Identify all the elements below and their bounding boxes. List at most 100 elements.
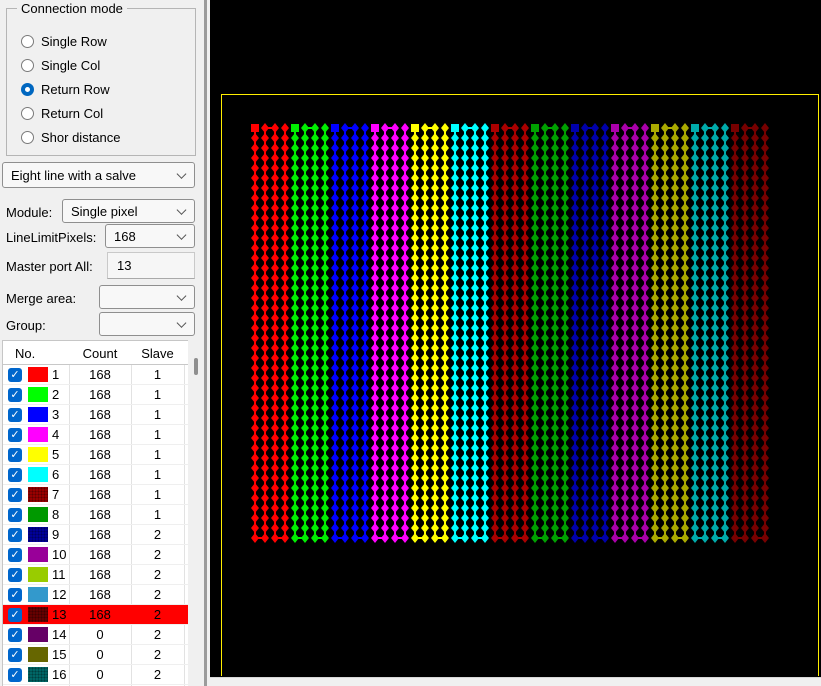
chevron-down-icon	[177, 169, 187, 179]
row-checkbox[interactable]: ✓	[8, 368, 22, 382]
table-row[interactable]: ✓131682	[3, 605, 188, 625]
radio-label: Single Row	[41, 34, 107, 49]
port-11-pixels	[651, 123, 689, 543]
radio-single-row[interactable]: Single Row	[7, 29, 195, 53]
cell-count: 0	[69, 665, 131, 685]
row-checkbox[interactable]: ✓	[8, 388, 22, 402]
row-checkbox[interactable]: ✓	[8, 548, 22, 562]
cell-slave: 1	[131, 425, 184, 445]
radio-label: Single Col	[41, 58, 100, 73]
row-checkbox[interactable]: ✓	[8, 628, 22, 642]
port-3-pixels	[331, 123, 369, 543]
color-swatch	[28, 547, 48, 562]
connection-mode-group: Connection mode Single RowSingle ColRetu…	[6, 8, 196, 156]
table-row[interactable]: ✓121682	[3, 585, 188, 605]
cell-slave: 2	[131, 565, 184, 585]
row-checkbox[interactable]: ✓	[8, 668, 22, 682]
row-checkbox[interactable]: ✓	[8, 488, 22, 502]
master-port-all-input[interactable]: 13	[107, 252, 195, 279]
table-scrollbar-track[interactable]	[189, 342, 203, 686]
wiring-preset-select[interactable]: Eight line with a salve	[2, 162, 195, 188]
table-row[interactable]: ✓41681	[3, 425, 188, 445]
row-checkbox[interactable]: ✓	[8, 528, 22, 542]
row-checkbox[interactable]: ✓	[8, 568, 22, 582]
radio-selected-icon[interactable]	[21, 83, 34, 96]
pixel-map-svg[interactable]	[210, 0, 821, 686]
row-checkbox[interactable]: ✓	[8, 648, 22, 662]
chevron-down-icon	[177, 318, 187, 328]
cell-no: 10	[52, 545, 66, 565]
row-checkbox[interactable]: ✓	[8, 588, 22, 602]
cell-count: 168	[69, 385, 131, 405]
color-swatch	[28, 667, 48, 682]
canvas-scrollbar-track[interactable]	[210, 677, 821, 686]
table-row[interactable]: ✓11681	[3, 365, 188, 385]
merge-area-label: Merge area:	[6, 291, 76, 306]
pixel-map-canvas[interactable]	[210, 0, 821, 686]
port-7-wire	[495, 128, 525, 538]
radio-label: Return Row	[41, 82, 110, 97]
table-row[interactable]: ✓111682	[3, 565, 188, 585]
radio-unselected-icon[interactable]	[21, 35, 34, 48]
group-select[interactable]	[99, 312, 195, 336]
radio-unselected-icon[interactable]	[21, 107, 34, 120]
cell-slave: 2	[131, 605, 184, 625]
table-row[interactable]: ✓1502	[3, 645, 188, 665]
port-3-wire	[335, 128, 365, 538]
cell-count: 168	[69, 505, 131, 525]
port-6-pixels	[451, 123, 489, 543]
color-swatch	[28, 627, 48, 642]
module-select[interactable]: Single pixel	[62, 199, 195, 223]
master-port-all-label: Master port All:	[6, 259, 93, 274]
table-row[interactable]: ✓61681	[3, 465, 188, 485]
radio-single-col[interactable]: Single Col	[7, 53, 195, 77]
port-table: No. Count Slave ✓11681✓21681✓31681✓41681…	[2, 340, 188, 686]
table-row[interactable]: ✓101682	[3, 545, 188, 565]
port-8-pixels	[531, 123, 569, 543]
color-swatch	[28, 507, 48, 522]
row-checkbox[interactable]: ✓	[8, 448, 22, 462]
row-checkbox[interactable]: ✓	[8, 508, 22, 522]
radio-unselected-icon[interactable]	[21, 59, 34, 72]
merge-area-select[interactable]	[99, 285, 195, 309]
chevron-down-icon	[177, 230, 187, 240]
port-9-wire	[575, 128, 605, 538]
cell-no: 2	[52, 385, 59, 405]
radio-return-col[interactable]: Return Col	[7, 101, 195, 125]
table-row[interactable]: ✓1602	[3, 665, 188, 685]
table-row[interactable]: ✓21681	[3, 385, 188, 405]
cell-count: 168	[69, 465, 131, 485]
cell-slave: 1	[131, 505, 184, 525]
radio-return-row[interactable]: Return Row	[7, 77, 195, 101]
row-checkbox[interactable]: ✓	[8, 408, 22, 422]
table-row[interactable]: ✓1402	[3, 625, 188, 645]
line-limit-pixels-select[interactable]: 168	[105, 224, 195, 248]
table-row[interactable]: ✓31681	[3, 405, 188, 425]
port-12-pixels	[691, 123, 729, 543]
port-13-wire	[735, 128, 765, 538]
row-checkbox[interactable]: ✓	[8, 608, 22, 622]
radio-shor-distance[interactable]: Shor distance	[7, 125, 195, 149]
radio-label: Shor distance	[41, 130, 121, 145]
header-slave: Slave	[131, 341, 184, 365]
port-10-wire	[615, 128, 645, 538]
cell-count: 168	[69, 605, 131, 625]
port-10-pixels	[611, 123, 649, 543]
module-label: Module:	[6, 205, 52, 220]
cell-count: 168	[69, 585, 131, 605]
color-swatch	[28, 387, 48, 402]
table-row[interactable]: ✓81681	[3, 505, 188, 525]
table-scrollbar-thumb[interactable]	[194, 358, 198, 375]
table-row[interactable]: ✓91682	[3, 525, 188, 545]
port-11-wire	[655, 128, 685, 538]
table-row[interactable]: ✓51681	[3, 445, 188, 465]
cell-no: 6	[52, 465, 59, 485]
row-checkbox[interactable]: ✓	[8, 468, 22, 482]
cell-no: 3	[52, 405, 59, 425]
line-limit-pixels-value: 168	[114, 229, 136, 244]
row-checkbox[interactable]: ✓	[8, 428, 22, 442]
cell-slave: 2	[131, 625, 184, 645]
table-row[interactable]: ✓71681	[3, 485, 188, 505]
radio-label: Return Col	[41, 106, 103, 121]
radio-unselected-icon[interactable]	[21, 131, 34, 144]
